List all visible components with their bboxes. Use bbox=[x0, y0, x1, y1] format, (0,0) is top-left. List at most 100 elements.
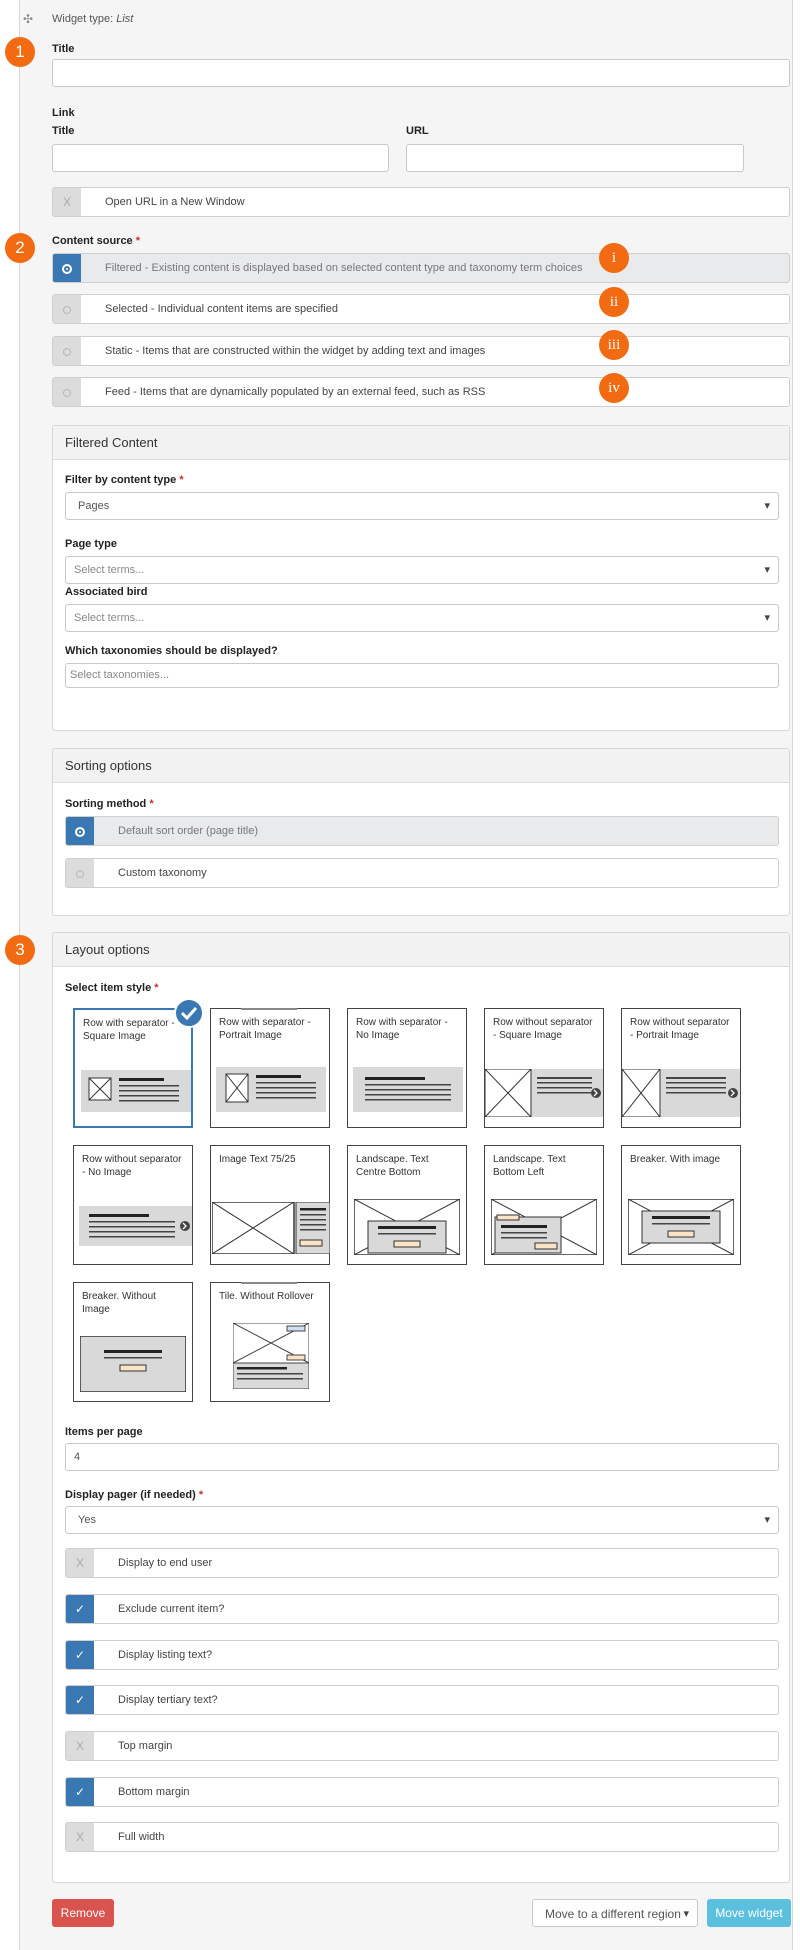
checkbox-label: Top margin bbox=[118, 1740, 173, 1752]
content-source-option-feed[interactable]: Feed - Items that are dynamically popula… bbox=[52, 377, 790, 407]
page-type-select[interactable]: Select terms... bbox=[65, 556, 779, 584]
item-style-label: Landscape. Text Bottom Left bbox=[493, 1154, 566, 1178]
item-style-label: Row without separator - No Image bbox=[82, 1154, 182, 1178]
style-thumbnail-icon bbox=[212, 1202, 330, 1254]
item-style-label: Tile. Without Rollover bbox=[219, 1291, 314, 1302]
item-style-card[interactable]: Row with separator - No Image bbox=[347, 1008, 467, 1128]
display-pager-label: Display pager (if needed) * bbox=[65, 1489, 204, 1501]
checkbox-exclude-current-item[interactable]: ✓ Exclude current item? bbox=[65, 1594, 779, 1624]
checkbox-unchecked-icon: X bbox=[66, 1549, 94, 1577]
item-style-label: Row with separator - Portrait Image bbox=[219, 1017, 311, 1041]
item-style-card[interactable]: Breaker. With image bbox=[621, 1145, 741, 1265]
checkbox-display-tertiary-text[interactable]: ✓ Display tertiary text? bbox=[65, 1685, 779, 1715]
style-thumbnail-icon bbox=[79, 1206, 192, 1246]
item-style-card[interactable]: Row without separator - Square Image bbox=[484, 1008, 604, 1128]
step-badge-1: 1 bbox=[5, 37, 35, 67]
radio-selected-icon bbox=[66, 817, 94, 845]
content-type-select[interactable]: Pages bbox=[65, 492, 779, 520]
filtered-content-heading: Filtered Content bbox=[53, 426, 789, 460]
checkbox-checked-icon: ✓ bbox=[66, 1686, 94, 1714]
style-thumbnail-icon bbox=[216, 1067, 326, 1112]
item-style-label: Landscape. Text Centre Bottom bbox=[356, 1154, 429, 1178]
option-label: Filtered - Existing content is displayed… bbox=[105, 262, 583, 274]
title-label: Title bbox=[52, 43, 75, 55]
item-style-card[interactable]: Landscape. Text Bottom Left bbox=[484, 1145, 604, 1265]
option-label: Static - Items that are constructed with… bbox=[105, 345, 486, 357]
content-source-option-filtered[interactable]: Filtered - Existing content is displayed… bbox=[52, 253, 790, 283]
sort-option-custom-taxonomy[interactable]: Custom taxonomy bbox=[65, 858, 779, 888]
item-style-card[interactable]: Landscape. Text Centre Bottom bbox=[347, 1145, 467, 1265]
items-per-page-label: Items per page bbox=[65, 1426, 143, 1438]
link-section-label: Link bbox=[52, 107, 75, 119]
style-thumbnail-icon bbox=[354, 1199, 460, 1255]
content-source-option-static[interactable]: Static - Items that are constructed with… bbox=[52, 336, 790, 366]
style-thumbnail-icon bbox=[233, 1323, 309, 1389]
checkbox-label: Display tertiary text? bbox=[118, 1694, 218, 1706]
item-style-label: Image Text 75/25 bbox=[219, 1154, 296, 1165]
checkbox-bottom-margin[interactable]: ✓ Bottom margin bbox=[65, 1777, 779, 1807]
link-title-input[interactable] bbox=[52, 144, 389, 172]
radio-selected-icon bbox=[53, 254, 81, 282]
style-thumbnail-icon bbox=[81, 1070, 191, 1112]
remove-button[interactable]: Remove bbox=[52, 1899, 114, 1927]
associated-bird-label: Associated bird bbox=[65, 586, 148, 598]
item-style-card[interactable]: Row without separator - No Image bbox=[73, 1145, 193, 1265]
checkbox-full-width[interactable]: X Full width bbox=[65, 1822, 779, 1852]
display-pager-select[interactable]: Yes bbox=[65, 1506, 779, 1534]
link-url-input[interactable] bbox=[406, 144, 744, 172]
move-region-select[interactable]: Move to a different region ▾ bbox=[532, 1899, 698, 1927]
layout-options-panel: Layout options Select item style * Row w… bbox=[52, 932, 790, 1883]
marker-badge-i: i bbox=[599, 243, 629, 273]
content-source-option-selected[interactable]: Selected - Individual content items are … bbox=[52, 294, 790, 324]
option-label: Custom taxonomy bbox=[118, 867, 207, 879]
move-widget-button[interactable]: Move widget bbox=[707, 1899, 791, 1927]
taxonomies-label: Which taxonomies should be displayed? bbox=[65, 645, 278, 657]
sorting-options-heading: Sorting options bbox=[53, 749, 789, 783]
checkbox-label: Bottom margin bbox=[118, 1786, 190, 1798]
open-new-window-toggle[interactable]: X Open URL in a New Window bbox=[52, 187, 790, 217]
item-style-label: Row without separator - Portrait Image bbox=[630, 1017, 730, 1041]
item-style-card[interactable]: Breaker. Without Image bbox=[73, 1282, 193, 1402]
content-type-label: Filter by content type * bbox=[65, 474, 184, 486]
radio-empty-icon bbox=[53, 378, 81, 406]
checkbox-unchecked-icon: X bbox=[66, 1732, 94, 1760]
item-style-label: Row without separator - Square Image bbox=[493, 1017, 593, 1041]
checkbox-display-to-end-user[interactable]: X Display to end user bbox=[65, 1548, 779, 1578]
radio-empty-icon bbox=[53, 295, 81, 323]
associated-bird-select[interactable]: Select terms... bbox=[65, 604, 779, 632]
item-style-card[interactable]: Tile. Without Rollover bbox=[210, 1282, 330, 1402]
marker-badge-ii: ii bbox=[599, 287, 629, 317]
step-badge-3: 3 bbox=[5, 935, 35, 965]
item-style-label: Breaker. With image bbox=[630, 1154, 721, 1165]
item-style-card[interactable]: Image Text 75/25 bbox=[210, 1145, 330, 1265]
items-per-page-input[interactable]: 4 bbox=[65, 1443, 779, 1471]
sorting-method-label: Sorting method * bbox=[65, 798, 154, 810]
checkbox-label: Display to end user bbox=[118, 1557, 213, 1569]
page-type-label: Page type bbox=[65, 538, 117, 550]
checkbox-unchecked-icon: X bbox=[66, 1823, 94, 1851]
item-style-card[interactable]: Row with separator - Portrait Image bbox=[210, 1008, 330, 1128]
radio-empty-icon bbox=[66, 859, 94, 887]
style-thumbnail-icon bbox=[80, 1336, 186, 1392]
item-style-card[interactable]: Row without separator - Portrait Image bbox=[621, 1008, 741, 1128]
checkbox-label: Full width bbox=[118, 1831, 165, 1843]
marker-badge-iii: iii bbox=[599, 330, 629, 360]
style-thumbnail-icon bbox=[622, 1069, 740, 1117]
filtered-content-panel: Filtered Content Filter by content type … bbox=[52, 425, 790, 731]
style-thumbnail-icon bbox=[491, 1199, 597, 1255]
option-label: Feed - Items that are dynamically popula… bbox=[105, 386, 486, 398]
open-new-window-label: Open URL in a New Window bbox=[105, 196, 245, 208]
taxonomies-input[interactable]: Select taxonomies... bbox=[65, 663, 779, 688]
widget-type-value: List bbox=[116, 13, 134, 25]
move-icon[interactable]: ✣ bbox=[23, 12, 33, 26]
checkbox-top-margin[interactable]: X Top margin bbox=[65, 1731, 779, 1761]
sort-option-default[interactable]: Default sort order (page title) bbox=[65, 816, 779, 846]
chevron-down-icon: ▾ bbox=[683, 1908, 689, 1920]
marker-badge-iv: iv bbox=[599, 373, 629, 403]
item-style-label: Row with separator - Square Image bbox=[83, 1018, 175, 1042]
checkbox-display-listing-text[interactable]: ✓ Display listing text? bbox=[65, 1640, 779, 1670]
step-badge-2: 2 bbox=[5, 233, 35, 263]
title-input[interactable] bbox=[52, 59, 790, 87]
style-thumbnail-icon bbox=[485, 1069, 603, 1117]
item-style-label: Breaker. Without Image bbox=[82, 1291, 156, 1315]
